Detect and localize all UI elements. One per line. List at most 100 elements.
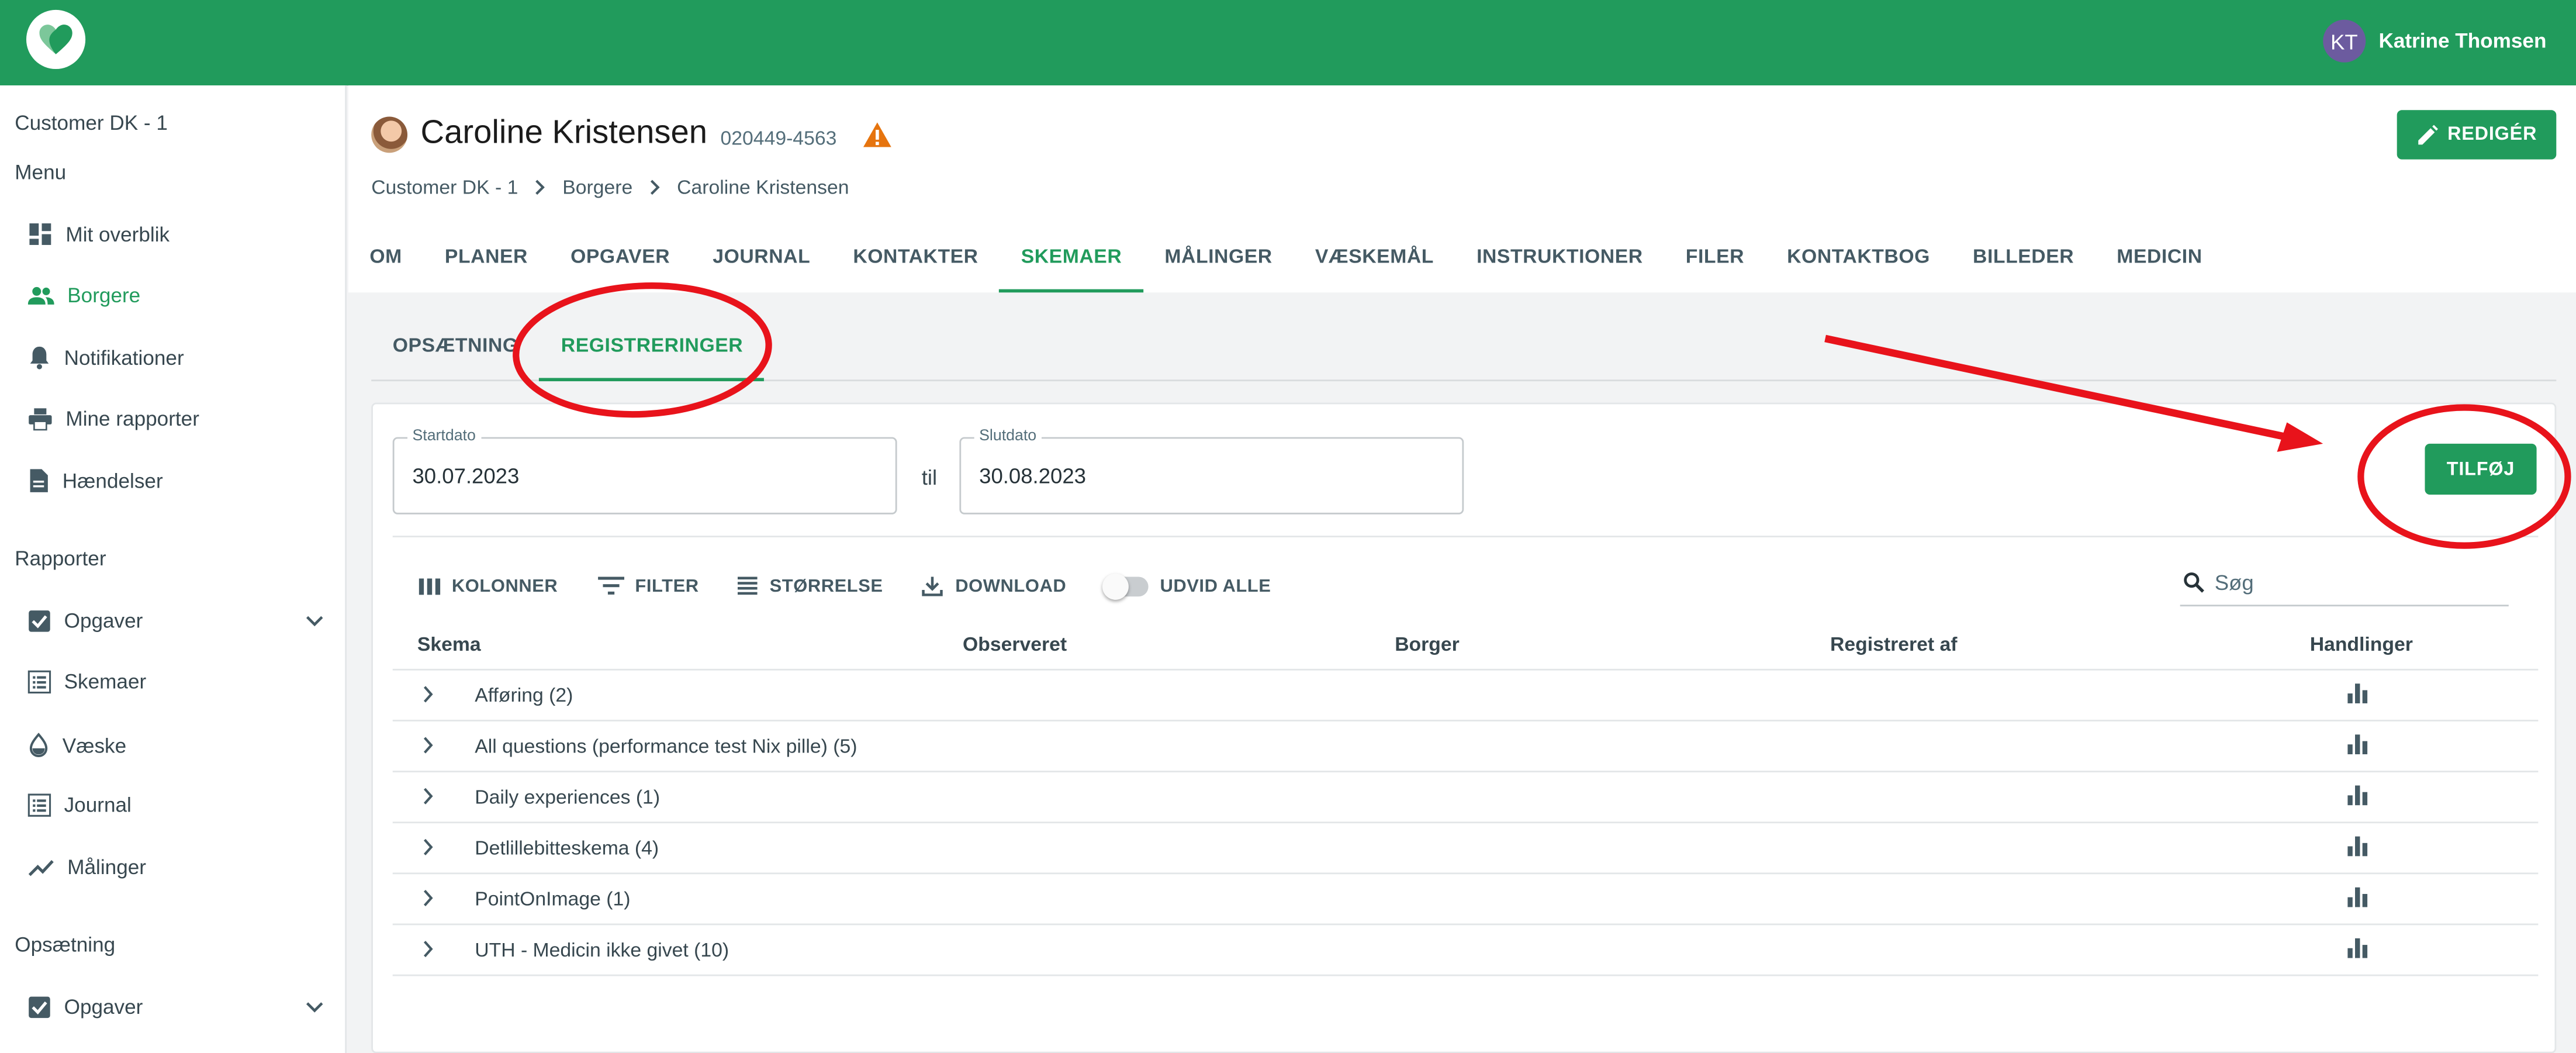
bar-chart-icon[interactable] (2346, 682, 2369, 705)
tab-journal[interactable]: JOURNAL (691, 230, 832, 292)
sidebar-item-my-reports[interactable]: Mine rapporter (28, 408, 324, 431)
sidebar-item-fluid[interactable]: Væske (28, 733, 324, 758)
bar-chart-icon[interactable] (2346, 937, 2369, 959)
dashboard-icon (29, 223, 51, 245)
menu-heading: Menu (15, 161, 67, 184)
sidebar-item-overview[interactable]: Mit overblik (28, 222, 324, 246)
breadcrumb: Customer DK - 1 Borgere Caroline Kristen… (371, 176, 849, 199)
table-row[interactable]: Afføring (2) (392, 671, 2539, 721)
sidebar-item-label: Opgaver (64, 609, 143, 633)
sidebar-item-label: Mine rapporter (65, 408, 199, 431)
page-title: Caroline Kristensen (420, 115, 708, 151)
sidebar-item-forms[interactable]: Skemaer (27, 670, 324, 694)
tab-kontakter[interactable]: KONTAKTER (832, 230, 1000, 292)
sidebar-item-report-tasks[interactable]: Opgaver (28, 610, 324, 633)
avatar: KT (2322, 19, 2366, 63)
filter-lines-icon (597, 576, 624, 595)
patient-photo (371, 116, 408, 152)
download-label: DOWNLOAD (955, 576, 1067, 596)
density-button[interactable]: STØRRELSE (738, 576, 883, 596)
sidebar-item-notifications[interactable]: Notifikationer (28, 345, 324, 370)
tab-om[interactable]: OM (348, 230, 424, 292)
user-menu[interactable]: KT Katrine Thomsen (2322, 19, 2546, 63)
tab-malinger[interactable]: MÅLINGER (1143, 230, 1294, 292)
sidebar-item-citizens[interactable]: Borgere (27, 284, 324, 308)
expand-all-toggle[interactable]: UDVID ALLE (1102, 572, 1271, 599)
date-range-separator: til (921, 465, 938, 490)
breadcrumb-citizens[interactable]: Borgere (562, 176, 632, 199)
chevron-right-icon[interactable] (422, 889, 434, 907)
density-label: STØRRELSE (769, 576, 883, 596)
app-logo[interactable] (26, 9, 86, 70)
sidebar-item-label: Opgaver (64, 996, 143, 1019)
divider (392, 536, 2539, 538)
start-date-field[interactable]: Startdato 30.07.2023 (392, 427, 897, 515)
top-bar: KT Katrine Thomsen (0, 0, 2576, 86)
add-button[interactable]: TILFØJ (2425, 443, 2537, 495)
tab-medicin[interactable]: MEDICIN (2096, 230, 2224, 292)
tab-opgaver[interactable]: OPGAVER (549, 230, 691, 292)
tab-instruktioner[interactable]: INSTRUKTIONER (1455, 230, 1665, 292)
chevron-right-icon[interactable] (422, 787, 434, 805)
column-header-registered-by[interactable]: Registreret af (1830, 633, 1957, 655)
sidebar-item-label: Skemaer (64, 670, 147, 694)
chevron-right-icon[interactable] (422, 940, 434, 958)
breadcrumb-org[interactable]: Customer DK - 1 (371, 176, 518, 199)
download-icon (922, 576, 944, 596)
row-form-name: Detlillebitteskema (4) (475, 836, 659, 859)
columns-icon (419, 577, 441, 595)
chevron-down-icon[interactable] (306, 1001, 324, 1014)
people-icon (27, 286, 54, 305)
warning-icon[interactable] (863, 121, 893, 147)
start-date-value: 30.07.2023 (412, 463, 520, 488)
tab-planer[interactable]: PLANER (423, 230, 549, 292)
printer-icon (29, 408, 52, 431)
list-icon (27, 793, 51, 817)
filter-label: FILTER (635, 576, 699, 596)
table-row[interactable]: PointOnImage (1) (392, 874, 2539, 926)
column-header-citizen[interactable]: Borger (1395, 633, 1460, 655)
sidebar-item-label: Notifikationer (64, 346, 184, 369)
columns-button[interactable]: KOLONNER (419, 576, 558, 596)
sidebar-item-journal[interactable]: Journal (27, 793, 324, 817)
table-row[interactable]: UTH - Medicin ikke givet (10) (392, 925, 2539, 976)
bar-chart-icon[interactable] (2346, 886, 2369, 909)
heart-logo-icon (39, 25, 72, 54)
filter-button[interactable]: FILTER (597, 576, 699, 596)
tab-skemaer[interactable]: SKEMAER (1000, 230, 1143, 293)
density-icon (738, 576, 758, 595)
chevron-right-icon[interactable] (422, 838, 434, 856)
sidebar-item-label: Hændelser (62, 469, 163, 492)
subtab-setup[interactable]: OPSÆTNING (371, 316, 540, 381)
bar-chart-icon[interactable] (2346, 784, 2369, 807)
edit-button[interactable]: REDIGÉR (2397, 110, 2557, 160)
columns-label: KOLONNER (451, 576, 558, 596)
table-row[interactable]: All questions (performance test Nix pill… (392, 721, 2539, 772)
chevron-down-icon[interactable] (306, 614, 324, 627)
chevron-right-icon[interactable] (422, 685, 434, 703)
bar-chart-icon[interactable] (2346, 733, 2369, 756)
pencil-icon (2418, 124, 2438, 144)
sidebar-item-events[interactable]: Hændelser (28, 468, 324, 493)
sidebar-item-measurements[interactable]: Målinger (28, 856, 324, 879)
tab-kontaktbog[interactable]: KONTAKTBOG (1766, 230, 1952, 292)
tab-vaeskemal[interactable]: VÆSKEMÅL (1294, 230, 1455, 292)
toggle-switch[interactable] (1102, 572, 1149, 599)
sidebar: Customer DK - 1 Menu Mit overblik Borger… (0, 85, 347, 1053)
download-button[interactable]: DOWNLOAD (922, 575, 1066, 597)
patient-heading: Caroline Kristensen 020449-4563 (371, 115, 893, 153)
chevron-right-icon[interactable] (422, 736, 434, 754)
column-header-observed[interactable]: Observeret (963, 633, 1067, 655)
sidebar-item-setup-tasks[interactable]: Opgaver (28, 996, 324, 1019)
table-row[interactable]: Daily experiences (1) (392, 772, 2539, 824)
table-row[interactable]: Detlillebitteskema (4) (392, 823, 2539, 875)
tab-billeder[interactable]: BILLEDER (1952, 230, 2096, 292)
search-input[interactable]: Søg (2180, 560, 2509, 607)
row-form-name: Daily experiences (1) (475, 785, 661, 809)
tab-filer[interactable]: FILER (1664, 230, 1765, 292)
end-date-field[interactable]: Slutdato 30.08.2023 (959, 427, 1464, 515)
row-form-name: All questions (performance test Nix pill… (475, 734, 857, 758)
bar-chart-icon[interactable] (2346, 835, 2369, 858)
subtab-registrations[interactable]: REGISTRERINGER (540, 316, 765, 382)
column-header-form[interactable]: Skema (417, 633, 481, 655)
